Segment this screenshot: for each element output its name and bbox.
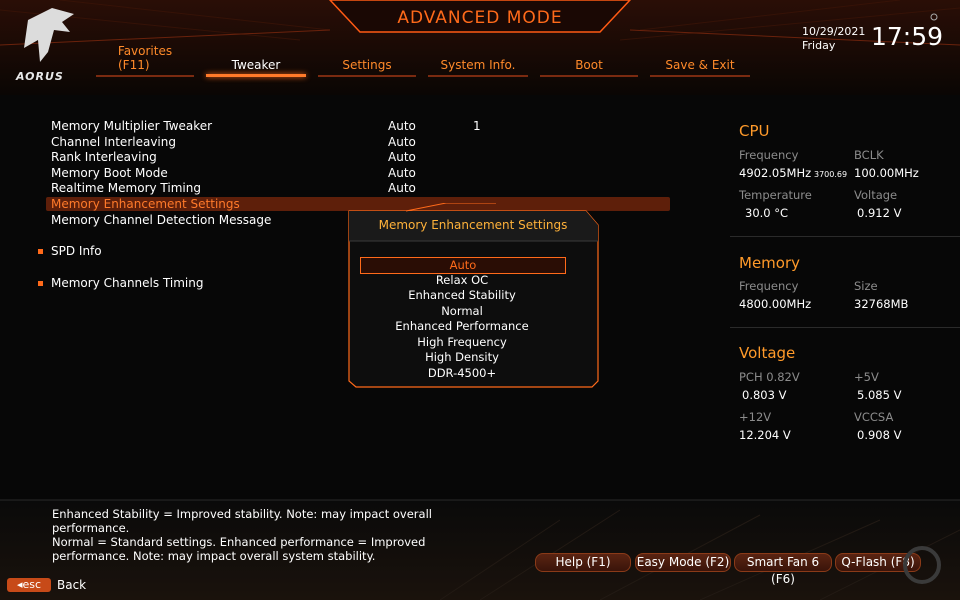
esc-key-button[interactable]: ◂esc bbox=[7, 578, 51, 592]
menu-item-memory-boot-mode[interactable]: Memory Boot Mode bbox=[51, 166, 168, 180]
realtime-memory-timing-value[interactable]: Auto bbox=[388, 181, 416, 195]
mode-title: ADVANCED MODE bbox=[397, 8, 563, 28]
cpu-voltage-value: 0.912 V bbox=[857, 206, 902, 220]
smart-fan-f6-button[interactable]: Smart Fan 6 (F6) bbox=[734, 553, 832, 586]
tab-save-exit-label: Save & Exit bbox=[665, 58, 735, 72]
help-line: performance. Note: may impact overall sy… bbox=[52, 549, 376, 563]
cpu-bclk-value: 100.00MHz bbox=[854, 166, 919, 180]
tab-system-info[interactable]: System Info. bbox=[428, 58, 528, 77]
cpu-temperature-value: 30.0 °C bbox=[745, 206, 789, 220]
menu-item-realtime-memory-timing[interactable]: Realtime Memory Timing bbox=[51, 181, 201, 195]
12v-value: 12.204 V bbox=[739, 428, 791, 442]
memory-multiplier-tweaker-extra: 1 bbox=[473, 119, 481, 133]
tab-tweaker[interactable]: Tweaker bbox=[206, 58, 306, 77]
cpu-frequency-value: 4902.05MHz bbox=[739, 166, 812, 180]
clock: 17:59 bbox=[871, 22, 944, 51]
5v-value: 5.085 V bbox=[857, 388, 902, 402]
help-f1-button[interactable]: Help (F1) bbox=[535, 553, 631, 572]
option-high-density[interactable]: High Density bbox=[360, 350, 564, 365]
rank-interleaving-value[interactable]: Auto bbox=[388, 150, 416, 164]
help-line: Normal = Standard settings. Enhanced per… bbox=[52, 535, 426, 549]
menu-item-rank-interleaving[interactable]: Rank Interleaving bbox=[51, 150, 157, 164]
section-divider bbox=[730, 327, 960, 328]
brand-logo-text: AORUS bbox=[16, 70, 64, 83]
watermark-logo-icon bbox=[903, 546, 941, 584]
tab-tweaker-label: Tweaker bbox=[231, 58, 281, 72]
option-enhanced-stability[interactable]: Enhanced Stability bbox=[360, 288, 564, 303]
channel-interleaving-value[interactable]: Auto bbox=[388, 135, 416, 149]
option-auto[interactable]: Auto bbox=[360, 257, 566, 274]
option-normal[interactable]: Normal bbox=[360, 304, 564, 319]
memory-size-value: 32768MB bbox=[854, 297, 909, 311]
memory-section-title: Memory bbox=[739, 254, 801, 272]
menu-item-memory-multiplier-tweaker[interactable]: Memory Multiplier Tweaker bbox=[51, 119, 212, 133]
memory-size-label: Size bbox=[854, 279, 878, 293]
tab-favorites[interactable]: Favorites (F11) bbox=[96, 44, 194, 77]
back-label[interactable]: Back bbox=[57, 578, 86, 592]
cpu-bclk-label: BCLK bbox=[854, 148, 884, 162]
cpu-section-title: CPU bbox=[739, 122, 770, 140]
date-text: 10/29/2021 bbox=[802, 25, 866, 38]
memory-boot-mode-value[interactable]: Auto bbox=[388, 166, 416, 180]
submenu-bullet-icon bbox=[38, 249, 43, 254]
tab-boot[interactable]: Boot bbox=[540, 58, 638, 77]
submenu-spd-info[interactable]: SPD Info bbox=[51, 244, 102, 258]
cpu-voltage-label: Voltage bbox=[854, 188, 898, 202]
esc-label: esc bbox=[22, 578, 42, 591]
menu-item-memory-channel-detection-message[interactable]: Memory Channel Detection Message bbox=[51, 213, 271, 227]
submenu-bullet-icon bbox=[38, 281, 43, 286]
menu-item-memory-enhancement-settings[interactable]: Memory Enhancement Settings bbox=[51, 197, 240, 211]
memory-frequency-value: 4800.00MHz bbox=[739, 297, 812, 311]
cpu-temperature-label: Temperature bbox=[739, 188, 812, 202]
tab-favorites-label: Favorites bbox=[117, 44, 173, 58]
tab-system-info-label: System Info. bbox=[440, 58, 516, 72]
option-high-frequency[interactable]: High Frequency bbox=[360, 335, 564, 350]
vccsa-value: 0.908 V bbox=[857, 428, 902, 442]
option-ddr-4500-plus[interactable]: DDR-4500+ bbox=[360, 366, 564, 381]
memory-frequency-label: Frequency bbox=[739, 279, 799, 293]
tab-save-exit[interactable]: Save & Exit bbox=[650, 58, 750, 77]
help-line: performance. bbox=[52, 521, 130, 535]
day-text: Friday bbox=[802, 39, 836, 52]
cpu-frequency-label: Frequency bbox=[739, 148, 799, 162]
pch-voltage-label: PCH 0.82V bbox=[739, 370, 800, 384]
pch-voltage-value: 0.803 V bbox=[742, 388, 787, 402]
popup-title: Memory Enhancement Settings bbox=[378, 218, 568, 232]
menu-item-channel-interleaving[interactable]: Channel Interleaving bbox=[51, 135, 176, 149]
submenu-memory-channels-timing[interactable]: Memory Channels Timing bbox=[51, 276, 204, 290]
tab-settings-label: Settings bbox=[342, 58, 392, 72]
section-divider bbox=[730, 236, 960, 237]
date-display: 10/29/2021 Friday bbox=[802, 25, 865, 53]
12v-label: +12V bbox=[739, 410, 772, 424]
tab-boot-label: Boot bbox=[575, 58, 603, 72]
vccsa-label: VCCSA bbox=[854, 410, 894, 424]
easy-mode-f2-button[interactable]: Easy Mode (F2) bbox=[635, 553, 731, 572]
option-relax-oc[interactable]: Relax OC bbox=[360, 273, 564, 288]
voltage-section-title: Voltage bbox=[739, 344, 796, 362]
5v-label: +5V bbox=[854, 370, 879, 384]
help-line: Enhanced Stability = Improved stability.… bbox=[52, 507, 432, 521]
power-indicator-icon bbox=[930, 13, 938, 21]
tab-favorites-shortcut: (F11) bbox=[118, 58, 150, 72]
cpu-frequency-small: 3700.69 bbox=[814, 170, 848, 179]
help-description: Enhanced Stability = Improved stability.… bbox=[52, 507, 432, 563]
memory-multiplier-tweaker-value[interactable]: Auto bbox=[388, 119, 416, 133]
tab-settings[interactable]: Settings bbox=[318, 58, 416, 77]
option-enhanced-performance[interactable]: Enhanced Performance bbox=[360, 319, 564, 334]
